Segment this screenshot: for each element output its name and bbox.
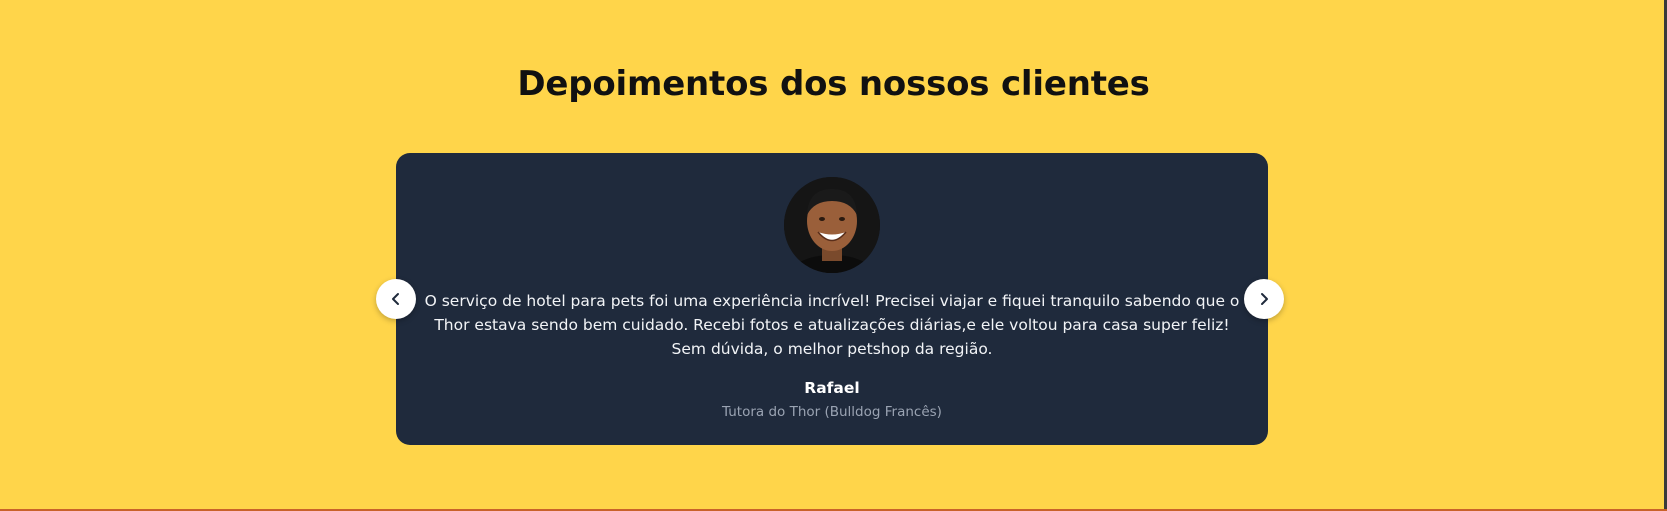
chevron-right-icon bbox=[1261, 293, 1268, 305]
testimonial-author-role: Tutora do Thor (Bulldog Francês) bbox=[722, 404, 942, 420]
testimonial-quote: O serviço de hotel para pets foi uma exp… bbox=[424, 292, 1240, 358]
section-title: Depoimentos dos nossos clientes bbox=[517, 64, 1150, 104]
testimonial-card: O serviço de hotel para pets foi uma exp… bbox=[396, 153, 1268, 445]
testimonials-section: Depoimentos dos nossos clientes O serviç… bbox=[0, 0, 1667, 511]
avatar-photo bbox=[784, 177, 880, 273]
testimonial-author-name: Rafael bbox=[804, 379, 860, 397]
avatar bbox=[784, 177, 880, 273]
carousel-next-button[interactable] bbox=[1244, 279, 1284, 319]
chevron-left-icon bbox=[392, 293, 399, 305]
carousel-prev-button[interactable] bbox=[376, 279, 416, 319]
